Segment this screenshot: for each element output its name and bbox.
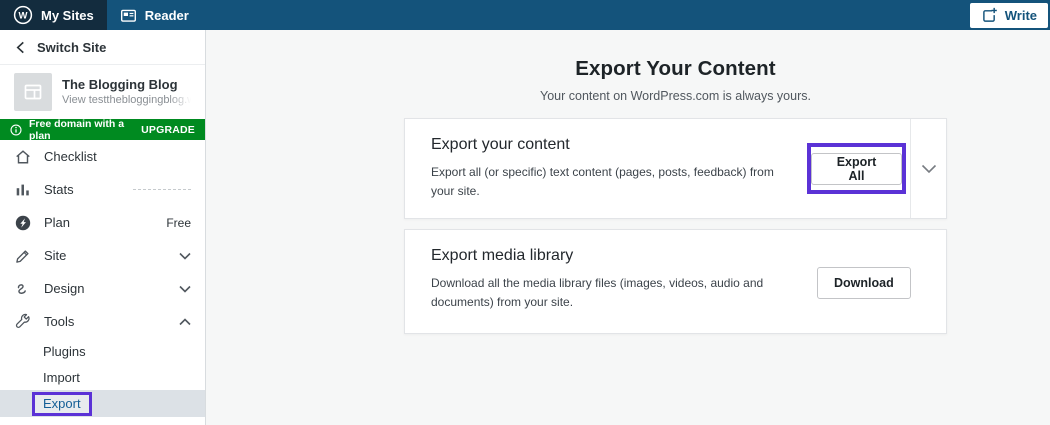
sidebar-item-label: Stats [44, 182, 74, 197]
chevron-down-icon [179, 285, 191, 293]
switch-site-button[interactable]: Switch Site [0, 30, 205, 65]
upgrade-link[interactable]: UPGRADE [141, 124, 195, 136]
highlight-annotation: Export [32, 392, 92, 416]
sidebar-subitem-label: Import [43, 370, 80, 385]
site-title: The Blogging Blog [62, 77, 191, 93]
scribble-icon [14, 280, 32, 298]
compose-icon [981, 7, 998, 24]
reader-label: Reader [145, 8, 189, 23]
sidebar-subitem-label: Plugins [43, 344, 86, 359]
write-button[interactable]: Write [970, 3, 1048, 28]
current-site-selector[interactable]: The Blogging Blog View testthebloggingbl… [0, 65, 205, 119]
sidebar-item-stats[interactable]: Stats [0, 173, 205, 206]
top-bar: W My Sites Reader Write [0, 0, 1050, 30]
banner-text: Free domain with a plan [29, 118, 134, 142]
sidebar-subitem-label: Export [43, 396, 81, 411]
sidebar-item-label: Plan [44, 215, 70, 230]
sidebar-item-label: Tools [44, 314, 74, 329]
info-icon [10, 124, 22, 136]
pencil-icon [14, 247, 32, 265]
sidebar-item-design[interactable]: Design [0, 272, 205, 305]
sidebar-item-tools[interactable]: Tools [0, 305, 205, 338]
site-url: View testthebloggingblog.wordpress [62, 93, 191, 107]
chevron-down-icon [921, 164, 937, 174]
sidebar-item-label: Site [44, 248, 66, 263]
page-subtitle: Your content on WordPress.com is always … [404, 89, 947, 103]
my-sites-label: My Sites [41, 8, 94, 23]
upsell-banner[interactable]: Free domain with a plan UPGRADE [0, 119, 205, 140]
sidebar-item-export[interactable]: Export [0, 390, 205, 417]
reader-button[interactable]: Reader [107, 0, 202, 30]
my-sites-button[interactable]: W My Sites [0, 0, 107, 30]
sidebar: Switch Site The Blogging Blog View testt… [0, 30, 206, 425]
chevron-up-icon [179, 318, 191, 326]
plan-icon [14, 214, 32, 232]
page-title: Export Your Content [404, 57, 947, 81]
sidebar-item-site[interactable]: Site [0, 239, 205, 272]
export-media-card: Export media library Download all the me… [404, 229, 947, 334]
write-label: Write [1005, 8, 1037, 23]
sidebar-item-label: Design [44, 281, 84, 296]
switch-site-label: Switch Site [37, 40, 106, 55]
stats-sparkline-placeholder [133, 189, 191, 190]
reader-icon [120, 7, 137, 24]
sidebar-item-checklist[interactable]: Checklist [0, 140, 205, 173]
export-content-card: Export your content Export all (or speci… [404, 118, 947, 219]
site-thumbnail-icon [14, 73, 52, 111]
export-all-button[interactable]: Export All [811, 153, 902, 185]
highlight-annotation: Export All [807, 143, 906, 194]
sidebar-item-plan[interactable]: Plan Free [0, 206, 205, 239]
card-heading: Export media library [431, 247, 946, 265]
sidebar-item-label: Checklist [44, 149, 97, 164]
download-button[interactable]: Download [817, 267, 911, 299]
plan-badge: Free [166, 216, 191, 230]
home-icon [14, 148, 32, 166]
card-expander[interactable] [910, 119, 946, 218]
wrench-icon [14, 313, 32, 331]
stats-icon [14, 181, 32, 199]
svg-text:W: W [19, 11, 28, 22]
back-chevron-icon [15, 41, 26, 54]
sidebar-item-import[interactable]: Import [0, 364, 205, 390]
chevron-down-icon [179, 252, 191, 260]
wordpress-logo-icon: W [13, 5, 33, 25]
main-content: Export Your Content Your content on Word… [206, 30, 1050, 425]
sidebar-item-plugins[interactable]: Plugins [0, 338, 205, 364]
